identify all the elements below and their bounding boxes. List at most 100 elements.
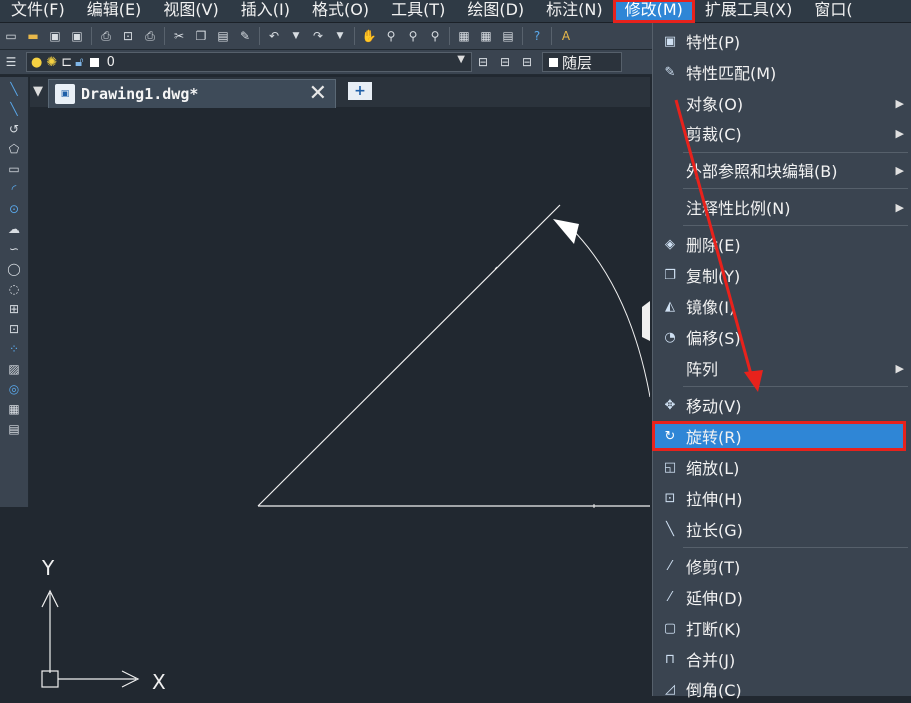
menu-item-mirror[interactable]: ◭ 镜像(I) [653, 292, 911, 320]
point-icon[interactable]: ⁘ [4, 340, 24, 357]
menu-separator [683, 152, 908, 153]
polygon-icon[interactable]: ⬠ [4, 140, 24, 157]
menu-item-stretch[interactable]: ⊡ 拉伸(H) [653, 484, 911, 512]
menu-tools[interactable]: 工具(T) [380, 0, 456, 22]
toolbar-separator [449, 27, 450, 45]
drawing-canvas[interactable]: Y X [30, 107, 650, 696]
make-block-icon[interactable]: ⊡ [4, 320, 24, 337]
hatch-icon[interactable]: ▨ [4, 360, 24, 377]
lock-icon: 🔓︎ [75, 54, 84, 70]
construction-line-icon[interactable]: ╲ [4, 100, 24, 117]
menu-item-chamfer[interactable]: ◿ 倒角(C) [653, 675, 911, 703]
move-icon: ✥ [664, 397, 676, 413]
multiline-text-icon[interactable]: ▤ [4, 420, 24, 437]
tool-palette-icon[interactable]: ▤ [498, 26, 518, 46]
menu-view[interactable]: 视图(V) [152, 0, 229, 22]
menu-draw[interactable]: 绘图(D) [456, 0, 535, 22]
revision-cloud-icon[interactable]: ☁ [4, 220, 24, 237]
plot-icon[interactable]: ⎙ [140, 26, 160, 46]
new-file-icon[interactable]: ▭ [1, 26, 21, 46]
menu-insert[interactable]: 插入(I) [230, 0, 301, 22]
menu-item-extend[interactable]: ⁄ 延伸(D) [653, 583, 911, 611]
close-tab-icon[interactable]: ✕ [309, 81, 327, 106]
menu-item-clip[interactable]: 剪裁(C) ▶ [653, 119, 911, 147]
menu-item-properties[interactable]: ▣ 特性(P) [653, 27, 911, 55]
layer-value: 0 [106, 54, 115, 70]
help-icon[interactable]: ? [527, 26, 547, 46]
menu-item-copy[interactable]: ❐ 复制(Y) [653, 261, 911, 289]
menu-item-join[interactable]: ⊓ 合并(J) [653, 645, 911, 673]
layer-previous-icon[interactable]: ⊟ [473, 52, 493, 72]
design-center-icon[interactable]: ▦ [476, 26, 496, 46]
ucs-x-label: X [152, 670, 166, 694]
save-icon[interactable]: ▣ [45, 26, 65, 46]
menu-item-match-properties[interactable]: ✎ 特性匹配(M) [653, 58, 911, 86]
layer-match-icon[interactable]: ⊟ [495, 52, 515, 72]
menu-window[interactable]: 窗口( [803, 0, 863, 22]
ellipse-arc-icon[interactable]: ◌ [4, 280, 24, 297]
match-brush-icon[interactable]: ✎ [235, 26, 255, 46]
menu-separator [683, 386, 908, 387]
redo-dropdown-icon[interactable]: ▼ [330, 26, 350, 46]
linetype-dropdown[interactable]: 随层 [542, 52, 622, 72]
undo-dropdown-icon[interactable]: ▼ [286, 26, 306, 46]
redo-icon[interactable]: ↷ [308, 26, 328, 46]
menu-edit[interactable]: 编辑(E) [76, 0, 153, 22]
menu-item-offset[interactable]: ◔ 偏移(S) [653, 323, 911, 351]
pan-hand-icon[interactable]: ✋ [359, 26, 379, 46]
properties-panel-icon[interactable]: ▦ [454, 26, 474, 46]
tab-drawing1[interactable]: ▣ Drawing1.dwg* ✕ [48, 79, 336, 108]
menu-item-erase[interactable]: ◈ 删除(E) [653, 230, 911, 258]
rectangle-icon[interactable]: ▭ [4, 160, 24, 177]
print-preview-icon[interactable]: ⊡ [118, 26, 138, 46]
tab-list-arrow-icon[interactable]: ▼ [33, 84, 43, 99]
ellipse-icon[interactable]: ◯ [4, 260, 24, 277]
menu-modify[interactable]: 修改(M) [612, 0, 695, 23]
submenu-arrow-icon: ▶ [895, 126, 904, 140]
menu-item-lengthen[interactable]: ╲ 拉长(G) [653, 515, 911, 543]
new-tab-button[interactable]: + [348, 82, 372, 100]
menu-item-object[interactable]: 对象(O) ▶ [653, 89, 911, 117]
menu-item-xref-block-edit[interactable]: 外部参照和块编辑(B) ▶ [653, 156, 911, 184]
cut-icon[interactable]: ✂ [169, 26, 189, 46]
menu-item-annotative-scale[interactable]: 注释性比例(N) ▶ [653, 193, 911, 221]
table-icon[interactable]: ▦ [4, 400, 24, 417]
toolbar-separator [522, 27, 523, 45]
zoom-realtime-icon[interactable]: ⚲ [381, 26, 401, 46]
line-icon[interactable]: ╲ [4, 80, 24, 97]
region-icon[interactable]: ◎ [4, 380, 24, 397]
lengthen-icon: ╲ [666, 521, 674, 537]
menu-item-move[interactable]: ✥ 移动(V) [653, 391, 911, 419]
layer-states-icon[interactable]: ⊟ [517, 52, 537, 72]
text-style-icon[interactable]: A [556, 26, 576, 46]
insert-block-icon[interactable]: ⊞ [4, 300, 24, 317]
paste-icon[interactable]: ▤ [213, 26, 233, 46]
chamfer-icon: ◿ [665, 681, 675, 697]
polyline-icon[interactable]: ↺ [4, 120, 24, 137]
undo-icon[interactable]: ↶ [264, 26, 284, 46]
spline-icon[interactable]: ∽ [4, 240, 24, 257]
toolbar-separator [551, 27, 552, 45]
rotation-arc [569, 226, 650, 398]
zoom-previous-icon[interactable]: ⚲ [425, 26, 445, 46]
layer-manager-icon[interactable]: ☰ [1, 52, 21, 72]
break-icon: ▢ [663, 620, 677, 636]
menu-dimension[interactable]: 标注(N) [535, 0, 613, 22]
arc-icon[interactable]: ◜ [4, 180, 24, 197]
menu-item-break[interactable]: ▢ 打断(K) [653, 614, 911, 642]
open-folder-icon[interactable]: ▬ [23, 26, 43, 46]
menu-format[interactable]: 格式(O) [301, 0, 380, 22]
menu-extension-tools[interactable]: 扩展工具(X) [694, 0, 803, 22]
save-as-icon[interactable]: ▣ [67, 26, 87, 46]
layer-dropdown[interactable]: ● ✺ ⊏ 🔓︎ 0 ▼ [26, 52, 472, 72]
drawn-line-hypotenuse[interactable] [257, 204, 561, 507]
menu-item-scale[interactable]: ◱ 缩放(L) [653, 453, 911, 481]
copy-clip-icon[interactable]: ❐ [191, 26, 211, 46]
print-icon[interactable]: ⎙ [96, 26, 116, 46]
zoom-window-icon[interactable]: ⚲ [403, 26, 423, 46]
menu-item-trim[interactable]: ⁄ 修剪(T) [653, 552, 911, 580]
circle-icon[interactable]: ⊙ [4, 200, 24, 217]
menu-file[interactable]: 文件(F) [0, 0, 76, 22]
menu-item-rotate[interactable]: ↻ 旋转(R) [652, 421, 906, 451]
menu-item-array[interactable]: 阵列 ▶ [653, 354, 911, 382]
